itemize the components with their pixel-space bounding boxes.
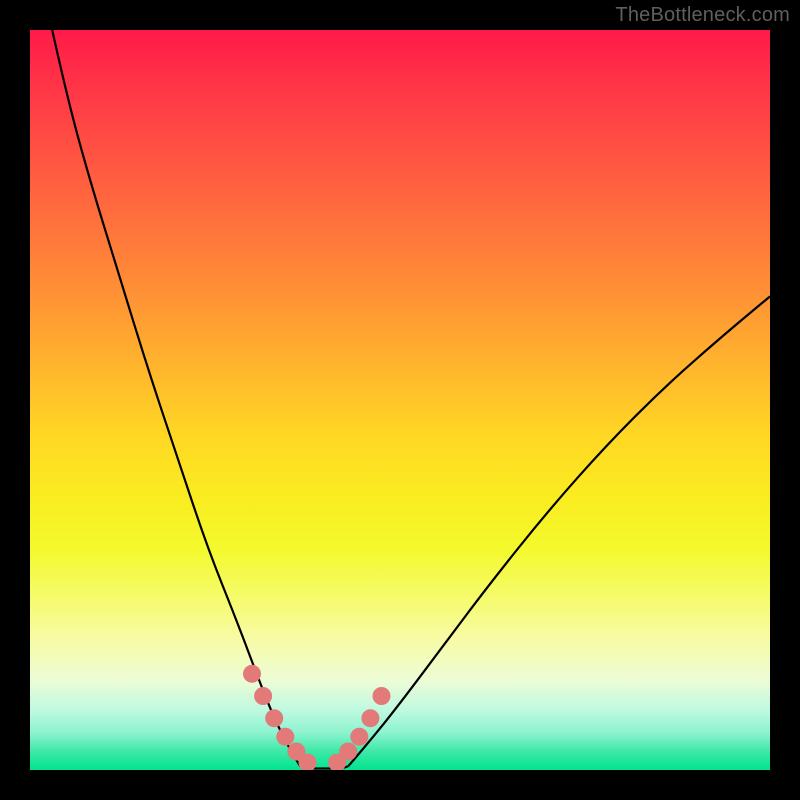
series-left-curve	[52, 30, 300, 766]
highlight-dot	[350, 728, 368, 746]
series-highlight-points	[243, 665, 391, 770]
highlight-dot	[276, 728, 294, 746]
plot-area	[30, 30, 770, 770]
chart-canvas: TheBottleneck.com	[0, 0, 800, 800]
curves-svg	[30, 30, 770, 770]
highlight-dot	[361, 709, 379, 727]
series-right-curve	[348, 296, 770, 766]
highlight-dot	[373, 687, 391, 705]
highlight-dot	[339, 743, 357, 761]
highlight-dot	[254, 687, 272, 705]
highlight-dot	[265, 709, 283, 727]
highlight-dot	[243, 665, 261, 683]
watermark-text: TheBottleneck.com	[615, 4, 790, 27]
